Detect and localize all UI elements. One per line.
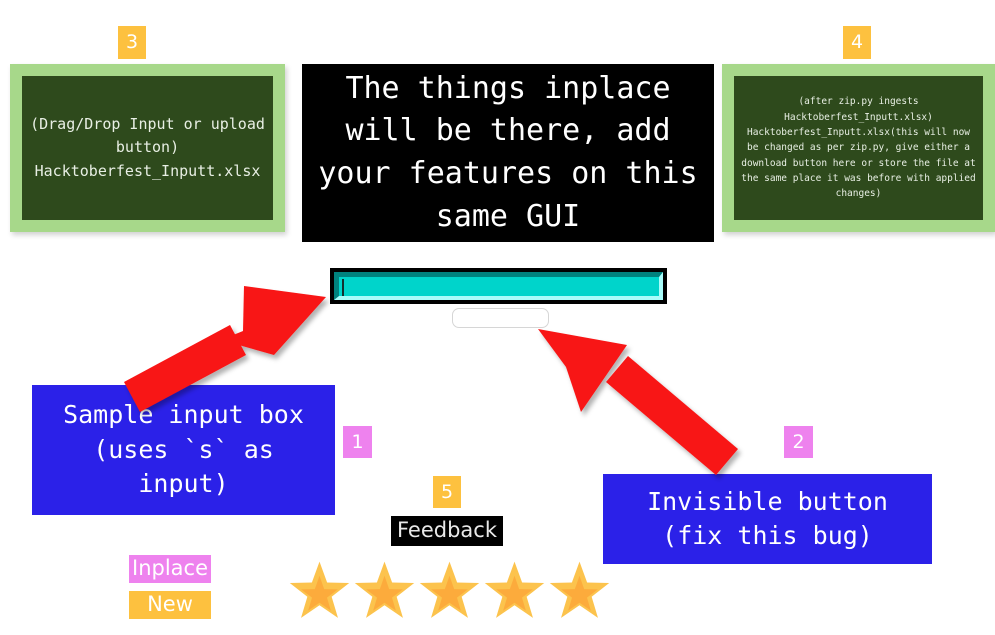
callout-invisible-button-text: Invisible button (fix this bug): [647, 486, 888, 551]
sample-input-field[interactable]: [334, 272, 663, 300]
callout-invisible-button: Invisible button (fix this bug): [603, 474, 932, 564]
star-icon[interactable]: [287, 559, 352, 621]
star-icon[interactable]: [352, 559, 417, 621]
callout-sample-input: Sample input box (uses `s` as input): [32, 385, 335, 515]
tag-chip-new-label: New: [147, 591, 193, 616]
star-icon[interactable]: [417, 559, 482, 621]
feedback-label-text: Feedback: [396, 517, 497, 542]
text-caret-icon: [342, 279, 344, 296]
callout-sample-input-text: Sample input box (uses `s` as input): [63, 400, 304, 499]
feedback-label: Feedback: [391, 516, 503, 546]
star-icon[interactable]: [482, 559, 547, 621]
star-icon[interactable]: [547, 559, 612, 621]
tag-chip-new: New: [129, 591, 211, 619]
sample-input-box[interactable]: [330, 268, 667, 304]
step-badge-3: 3: [118, 26, 146, 59]
step-badge-5: 5: [433, 476, 461, 508]
step-badge-4: 4: [843, 26, 871, 59]
note-card-input-area: (Drag/Drop Input or upload button) Hackt…: [10, 64, 285, 232]
feedback-star-rating[interactable]: [287, 559, 612, 621]
note-card-input-area-text: (Drag/Drop Input or upload button) Hackt…: [22, 76, 273, 220]
instruction-banner-text: The things inplace will be there, add yo…: [318, 70, 698, 234]
tag-chip-inplace-label: Inplace: [132, 555, 209, 580]
step-badge-2: 2: [784, 426, 813, 458]
tag-chip-inplace: Inplace: [129, 555, 211, 583]
instruction-banner: The things inplace will be there, add yo…: [302, 64, 714, 242]
annotated-gui-mockup: 3 (Drag/Drop Input or upload button) Hac…: [0, 0, 995, 635]
note-card-output-area-text: (after zip.py ingests Hacktoberfest_Inpu…: [734, 76, 983, 220]
note-card-output-area: (after zip.py ingests Hacktoberfest_Inpu…: [722, 64, 995, 232]
arrow-to-button-icon: [538, 329, 738, 475]
invisible-submit-button[interactable]: [452, 308, 549, 328]
step-badge-1: 1: [343, 426, 372, 458]
